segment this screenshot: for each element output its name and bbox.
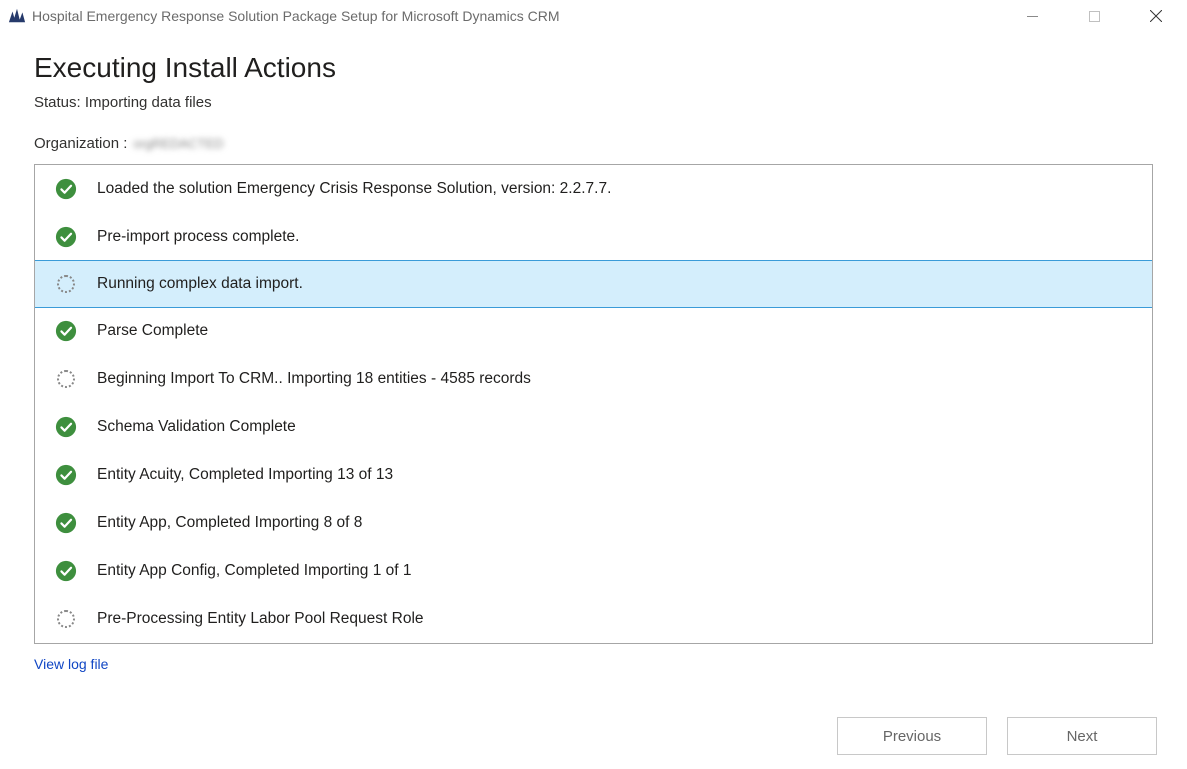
organization-value: orgREDACTED	[133, 136, 243, 152]
main-content: Executing Install Actions Status: Import…	[0, 32, 1187, 674]
action-row[interactable]: Running complex data import.	[34, 260, 1153, 308]
action-row-text: Pre-import process complete.	[97, 228, 299, 246]
action-row-text: Loaded the solution Emergency Crisis Res…	[97, 180, 611, 198]
check-icon	[55, 512, 77, 534]
action-row-text: Running complex data import.	[97, 275, 303, 293]
action-row-text: Pre-Processing Entity Labor Pool Request…	[97, 610, 424, 628]
action-row-text: Schema Validation Complete	[97, 418, 296, 436]
action-row[interactable]: Schema Validation Complete	[35, 403, 1152, 451]
view-log-link[interactable]: View log file	[34, 656, 108, 672]
window-controls	[1001, 0, 1187, 32]
spinner-icon	[55, 273, 77, 295]
action-row[interactable]: Beginning Import To CRM.. Importing 18 e…	[35, 355, 1152, 403]
action-row[interactable]: Parse Complete	[35, 307, 1152, 355]
minimize-button[interactable]	[1001, 0, 1063, 32]
action-row-text: Entity Acuity, Completed Importing 13 of…	[97, 466, 393, 484]
check-icon	[55, 560, 77, 582]
action-list: Loaded the solution Emergency Crisis Res…	[34, 164, 1153, 644]
previous-button[interactable]: Previous	[837, 717, 987, 755]
check-icon	[55, 320, 77, 342]
organization-label: Organization :	[34, 135, 127, 152]
app-icon	[8, 7, 26, 25]
action-row[interactable]: Entity Acuity, Completed Importing 13 of…	[35, 451, 1152, 499]
check-icon	[55, 416, 77, 438]
organization-line: Organization : orgREDACTED	[34, 135, 1153, 152]
check-icon	[55, 178, 77, 200]
status-line: Status: Importing data files	[34, 94, 1153, 111]
action-row-text: Beginning Import To CRM.. Importing 18 e…	[97, 370, 531, 388]
page-heading: Executing Install Actions	[34, 52, 1153, 84]
status-prefix: Status:	[34, 94, 85, 111]
spinner-icon	[55, 608, 77, 630]
action-row[interactable]: Pre-import process complete.	[35, 213, 1152, 261]
action-row-text: Entity App Config, Completed Importing 1…	[97, 562, 411, 580]
action-row-text: Entity App, Completed Importing 8 of 8	[97, 514, 362, 532]
footer-buttons: Previous Next	[837, 717, 1157, 755]
next-button[interactable]: Next	[1007, 717, 1157, 755]
titlebar: Hospital Emergency Response Solution Pac…	[0, 0, 1187, 32]
window-title: Hospital Emergency Response Solution Pac…	[32, 8, 1001, 24]
maximize-button[interactable]	[1063, 0, 1125, 32]
action-row-text: Parse Complete	[97, 322, 208, 340]
close-button[interactable]	[1125, 0, 1187, 32]
action-row[interactable]: Entity App, Completed Importing 8 of 8	[35, 499, 1152, 547]
action-row[interactable]: Pre-Processing Entity Labor Pool Request…	[35, 595, 1152, 643]
action-row[interactable]: Entity App Config, Completed Importing 1…	[35, 547, 1152, 595]
spinner-icon	[55, 368, 77, 390]
check-icon	[55, 464, 77, 486]
check-icon	[55, 226, 77, 248]
status-value: Importing data files	[85, 94, 212, 111]
action-row[interactable]: Loaded the solution Emergency Crisis Res…	[35, 165, 1152, 213]
